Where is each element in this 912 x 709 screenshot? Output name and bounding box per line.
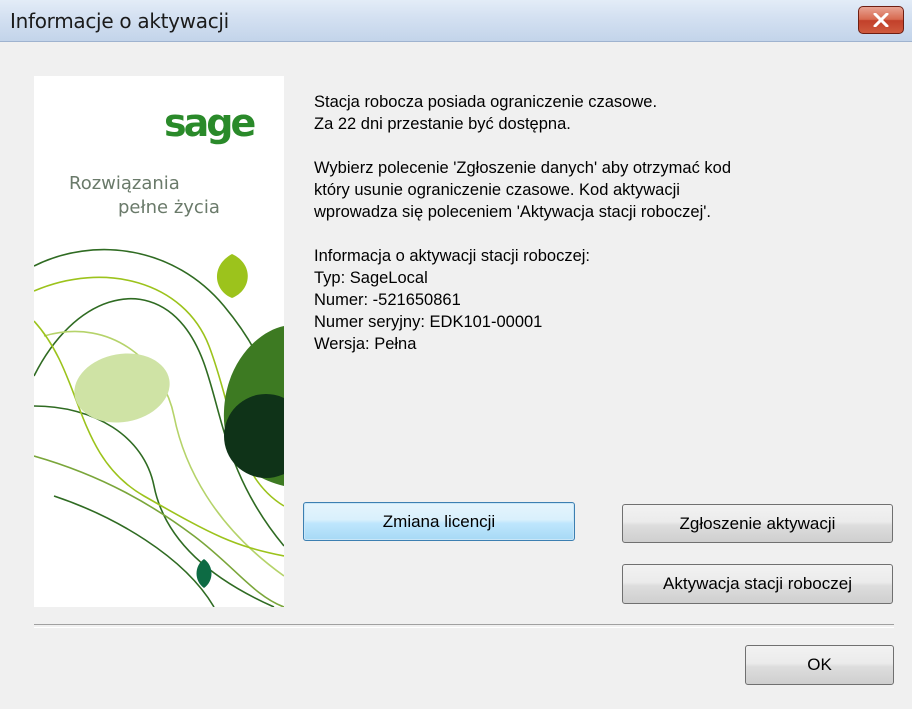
tagline-line1: Rozwiązania: [69, 173, 180, 194]
info-version: Wersja: Pełna: [314, 335, 417, 353]
message-line: wprowadza się poleceniem 'Aktywacja stac…: [314, 203, 711, 221]
info-number: Numer: -521650861: [314, 291, 461, 309]
info-type: Typ: SageLocal: [314, 269, 428, 287]
activation-request-button[interactable]: Zgłoszenie aktywacji: [622, 504, 893, 543]
branding-panel: sage Rozwiązania pełne życia: [34, 76, 284, 607]
message-line: który usunie ograniczenie czasowe. Kod a…: [314, 181, 680, 199]
message-line: Za 22 dni przestanie być dostępna.: [314, 115, 571, 133]
window-title: Informacje o aktywacji: [10, 9, 229, 33]
decorative-artwork: [34, 248, 284, 607]
ok-button[interactable]: OK: [745, 645, 894, 685]
tagline-line2: pełne życia: [118, 197, 220, 218]
info-serial-number: Numer seryjny: EDK101-00001: [314, 313, 543, 331]
title-bar[interactable]: Informacje o aktywacji: [0, 0, 912, 42]
message-line: Wybierz polecenie 'Zgłoszenie danych' ab…: [314, 159, 732, 177]
separator-line: [34, 624, 894, 628]
change-license-button[interactable]: Zmiana licencji: [303, 502, 575, 541]
activate-workstation-button[interactable]: Aktywacja stacji roboczej: [622, 564, 893, 604]
close-button[interactable]: [858, 6, 904, 34]
info-heading: Informacja o aktywacji stacji roboczej:: [314, 247, 591, 265]
activation-message: Stacja robocza posiada ograniczenie czas…: [314, 91, 731, 355]
close-icon: [873, 13, 889, 27]
sage-logo: sage: [164, 101, 256, 145]
activation-info-dialog: Informacje o aktywacji sage Rozwiązania …: [0, 0, 912, 709]
message-line: Stacja robocza posiada ograniczenie czas…: [314, 93, 658, 111]
